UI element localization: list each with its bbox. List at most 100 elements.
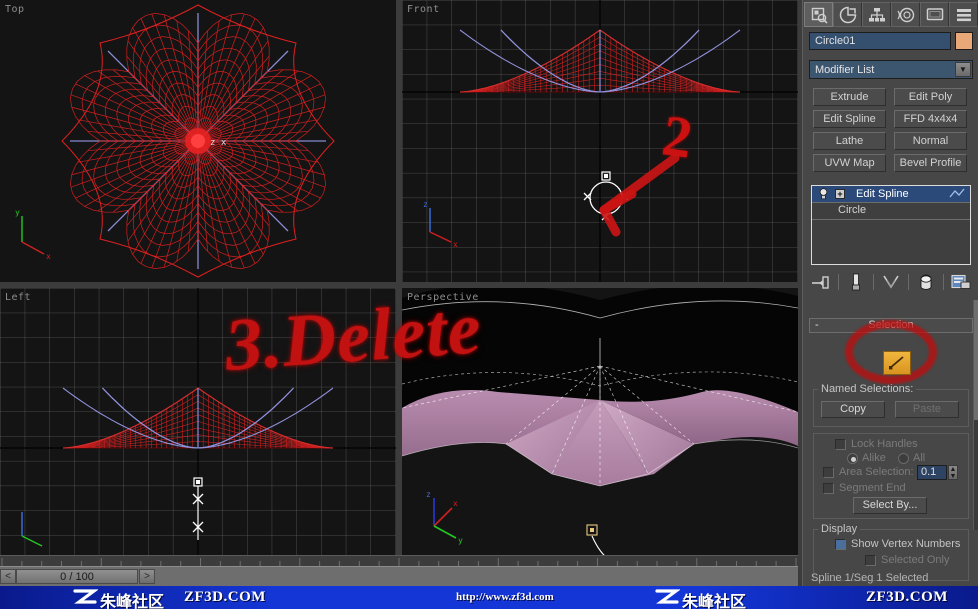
modifier-bevel-profile-button[interactable]: Bevel Profile bbox=[894, 154, 967, 172]
selection-status-text: Spline 1/Seg 1 Selected bbox=[811, 572, 929, 584]
viewport-front-canvas: z x bbox=[402, 0, 798, 282]
make-unique-icon[interactable] bbox=[881, 272, 901, 292]
svg-text:y: y bbox=[15, 208, 20, 217]
max-application-window: Top z x y x Front z x Left Perspective z… bbox=[0, 0, 978, 609]
time-prev-button[interactable]: < bbox=[0, 569, 16, 584]
scrollbar-thumb[interactable] bbox=[974, 300, 978, 420]
viewport-left[interactable]: Left bbox=[0, 288, 396, 570]
command-panel: Circle01 Modifier List ▼ Extrude Edit Po… bbox=[802, 0, 978, 586]
time-slider-bar[interactable]: < 0 / 100 > bbox=[0, 566, 798, 586]
selection-rollout-header[interactable]: - Selection bbox=[809, 318, 973, 333]
svg-text:x: x bbox=[453, 499, 458, 508]
time-frame-field[interactable]: 0 / 100 bbox=[16, 569, 138, 584]
motion-tab[interactable] bbox=[891, 2, 920, 27]
svg-text:z x: z x bbox=[210, 138, 227, 148]
select-by-button[interactable]: Select By... bbox=[853, 497, 927, 514]
svg-text:y: y bbox=[458, 536, 463, 545]
stack-item-edit-spline[interactable]: + Edit Spline bbox=[812, 186, 970, 202]
modifier-edit-poly-button[interactable]: Edit Poly bbox=[894, 88, 967, 106]
viewport-left-canvas bbox=[0, 288, 396, 570]
viewport-top-canvas: z x y x bbox=[0, 0, 396, 282]
create-icon bbox=[811, 7, 828, 24]
watermark-banner: 朱峰社区 ZF3D.COM http://www.zf3d.com 朱峰社区 Z… bbox=[0, 586, 978, 609]
banner-en-left: ZF3D.COM bbox=[184, 589, 266, 605]
modifier-lathe-button[interactable]: Lathe bbox=[813, 132, 886, 150]
expand-stack-icon[interactable]: + bbox=[835, 189, 845, 199]
command-panel-tabs bbox=[804, 2, 978, 28]
selection-rollout: - Selection Named Selections: Copy Paste bbox=[809, 318, 973, 583]
show-vertex-numbers-checkbox[interactable] bbox=[835, 539, 846, 550]
hierarchy-icon bbox=[868, 7, 885, 21]
svg-text:x: x bbox=[453, 240, 458, 249]
modifier-list-label: Modifier List bbox=[815, 64, 875, 76]
lock-handles-label: Lock Handles bbox=[851, 438, 918, 450]
selection-rollout-body: Named Selections: Copy Paste Lock Handle… bbox=[809, 333, 973, 583]
object-name-field[interactable]: Circle01 bbox=[809, 32, 951, 50]
modifier-stack-toolbar bbox=[811, 270, 971, 294]
alike-radio[interactable] bbox=[847, 453, 858, 464]
zf3d-logo-icon-right bbox=[655, 589, 680, 604]
area-selection-label: Area Selection: bbox=[839, 466, 914, 478]
modifier-list-dropdown[interactable]: Modifier List ▼ bbox=[809, 60, 973, 79]
viewport-perspective[interactable]: Perspective z x y bbox=[402, 288, 798, 570]
copy-button[interactable]: Copy bbox=[821, 401, 885, 418]
named-selections-label: Named Selections: bbox=[818, 383, 917, 395]
modifier-uvw-map-button[interactable]: UVW Map bbox=[813, 154, 886, 172]
hierarchy-tab[interactable] bbox=[862, 2, 891, 27]
light-bulb-icon[interactable] bbox=[818, 188, 829, 200]
banner-cn-right: 朱峰社区 bbox=[682, 592, 747, 609]
vertex-sub-object-button[interactable] bbox=[883, 351, 911, 375]
show-vertex-numbers-label: Show Vertex Numbers bbox=[851, 538, 961, 550]
area-selection-field[interactable]: 0.1 bbox=[917, 465, 947, 480]
modifier-button-grid: Extrude Edit Poly Edit Spline FFD 4x4x4 … bbox=[813, 88, 969, 172]
alike-label: Alike bbox=[862, 452, 886, 464]
selection-rollout-title: Selection bbox=[868, 319, 914, 331]
utilities-tab[interactable] bbox=[949, 2, 978, 27]
modifier-extrude-button[interactable]: Extrude bbox=[813, 88, 886, 106]
vertex-sub-object-icon bbox=[889, 356, 904, 370]
svg-text:x: x bbox=[46, 252, 51, 261]
area-selection-checkbox[interactable] bbox=[823, 467, 834, 478]
svg-text:z: z bbox=[423, 200, 428, 209]
pin-stack-icon[interactable] bbox=[811, 272, 831, 292]
stack-item-label: Circle bbox=[838, 204, 867, 216]
object-name-row: Circle01 bbox=[809, 32, 973, 50]
banner-en-right: ZF3D.COM bbox=[866, 589, 948, 605]
stack-item-label: Edit Spline bbox=[856, 188, 909, 200]
lock-handles-checkbox[interactable] bbox=[835, 439, 846, 450]
all-label: All bbox=[913, 452, 926, 464]
create-tab[interactable] bbox=[804, 2, 833, 27]
remove-modifier-icon[interactable] bbox=[916, 272, 936, 292]
spline-sub-icon bbox=[949, 188, 965, 198]
collapse-icon[interactable]: - bbox=[815, 319, 819, 332]
viewport-front[interactable]: Front z x bbox=[402, 0, 798, 282]
area-selection-spinner[interactable]: ▲ ▼ bbox=[948, 465, 958, 480]
display-group-label: Display bbox=[818, 523, 861, 535]
show-end-result-icon[interactable] bbox=[846, 272, 866, 292]
configure-sets-icon[interactable] bbox=[951, 272, 971, 292]
time-next-button[interactable]: > bbox=[139, 569, 155, 584]
object-color-swatch[interactable] bbox=[955, 32, 973, 50]
zf3d-logo-icon bbox=[73, 589, 98, 604]
command-panel-scrollbar[interactable] bbox=[973, 300, 978, 530]
banner-cn-left: 朱峰社区 bbox=[100, 592, 165, 609]
modifier-normal-button[interactable]: Normal bbox=[894, 132, 967, 150]
modify-tab[interactable] bbox=[833, 2, 862, 27]
selected-only-label: Selected Only bbox=[881, 554, 950, 566]
modifier-ffd-button[interactable]: FFD 4x4x4 bbox=[894, 110, 967, 128]
utilities-icon bbox=[956, 8, 971, 21]
paste-button[interactable]: Paste bbox=[895, 401, 959, 418]
all-radio[interactable] bbox=[898, 453, 909, 464]
modifier-stack-list[interactable]: + Edit Spline Circle bbox=[811, 185, 971, 265]
viewport-top[interactable]: Top z x y x bbox=[0, 0, 396, 282]
viewport-perspective-canvas: z x y bbox=[402, 288, 798, 570]
display-icon bbox=[926, 7, 943, 20]
display-tab[interactable] bbox=[920, 2, 949, 27]
selected-only-checkbox[interactable] bbox=[865, 555, 876, 566]
modify-icon bbox=[839, 6, 856, 23]
chevron-down-icon[interactable]: ▼ bbox=[955, 62, 971, 77]
modifier-edit-spline-button[interactable]: Edit Spline bbox=[813, 110, 886, 128]
segment-end-checkbox[interactable] bbox=[823, 483, 834, 494]
segment-end-label: Segment End bbox=[839, 482, 906, 494]
stack-item-circle[interactable]: Circle bbox=[812, 202, 970, 218]
